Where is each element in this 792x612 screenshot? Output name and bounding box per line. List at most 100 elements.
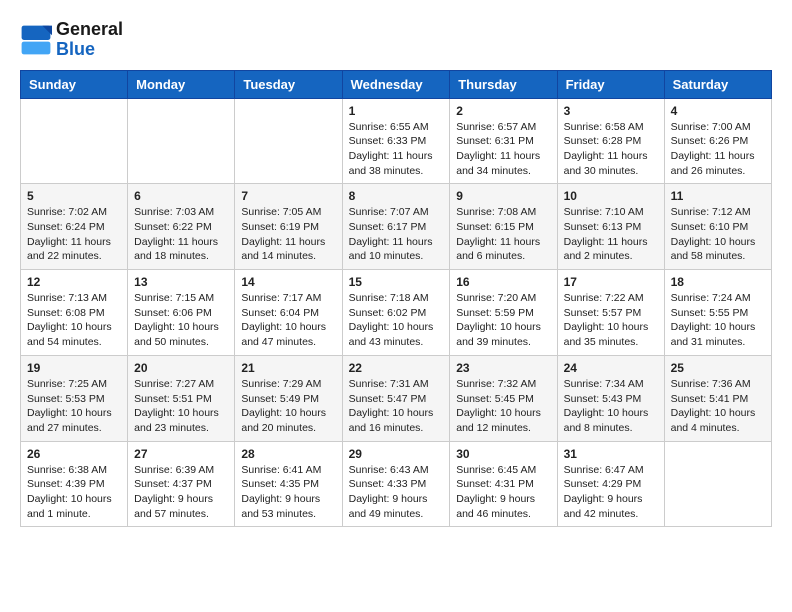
- day-info: Sunrise: 6:45 AM Sunset: 4:31 PM Dayligh…: [456, 463, 550, 522]
- day-number: 22: [349, 361, 444, 375]
- day-number: 20: [134, 361, 228, 375]
- calendar-cell: 14Sunrise: 7:17 AM Sunset: 6:04 PM Dayli…: [235, 270, 342, 356]
- day-number: 19: [27, 361, 121, 375]
- calendar-table: SundayMondayTuesdayWednesdayThursdayFrid…: [20, 70, 772, 528]
- day-number: 12: [27, 275, 121, 289]
- calendar-cell: 18Sunrise: 7:24 AM Sunset: 5:55 PM Dayli…: [664, 270, 771, 356]
- calendar-cell: [664, 441, 771, 527]
- calendar-cell: 4Sunrise: 7:00 AM Sunset: 6:26 PM Daylig…: [664, 98, 771, 184]
- day-number: 29: [349, 447, 444, 461]
- calendar-cell: 16Sunrise: 7:20 AM Sunset: 5:59 PM Dayli…: [450, 270, 557, 356]
- day-info: Sunrise: 7:08 AM Sunset: 6:15 PM Dayligh…: [456, 205, 550, 264]
- day-info: Sunrise: 6:57 AM Sunset: 6:31 PM Dayligh…: [456, 120, 550, 179]
- day-info: Sunrise: 7:03 AM Sunset: 6:22 PM Dayligh…: [134, 205, 228, 264]
- weekday-header-thursday: Thursday: [450, 70, 557, 98]
- calendar-cell: 29 Sunrise: 6:43 AM Sunset: 4:33 PM Dayli…: [342, 441, 450, 527]
- calendar-cell: [235, 98, 342, 184]
- day-info: Sunrise: 6:55 AM Sunset: 6:33 PM Dayligh…: [349, 120, 444, 179]
- day-info: Sunrise: 7:29 AM Sunset: 5:49 PM Dayligh…: [241, 377, 335, 436]
- calendar-cell: 31 Sunrise: 6:47 AM Sunset: 4:29 PM Dayli…: [557, 441, 664, 527]
- day-info: Sunrise: 7:10 AM Sunset: 6:13 PM Dayligh…: [564, 205, 658, 264]
- logo-line2: Blue: [56, 40, 123, 60]
- day-number: 21: [241, 361, 335, 375]
- day-number: 2: [456, 104, 550, 118]
- calendar-cell: 3 Sunrise: 6:58 AM Sunset: 6:28 PM Daylig…: [557, 98, 664, 184]
- calendar-week-row: 12Sunrise: 7:13 AM Sunset: 6:08 PM Dayli…: [21, 270, 772, 356]
- calendar-cell: 30 Sunrise: 6:45 AM Sunset: 4:31 PM Dayli…: [450, 441, 557, 527]
- calendar-cell: 12Sunrise: 7:13 AM Sunset: 6:08 PM Dayli…: [21, 270, 128, 356]
- day-info: Sunrise: 7:15 AM Sunset: 6:06 PM Dayligh…: [134, 291, 228, 350]
- page-header: General Blue: [20, 20, 772, 60]
- weekday-header-sunday: Sunday: [21, 70, 128, 98]
- day-info: Sunrise: 6:41 AM Sunset: 4:35 PM Dayligh…: [241, 463, 335, 522]
- calendar-cell: 7 Sunrise: 7:05 AM Sunset: 6:19 PM Daylig…: [235, 184, 342, 270]
- weekday-header-tuesday: Tuesday: [235, 70, 342, 98]
- weekday-header-monday: Monday: [128, 70, 235, 98]
- calendar-cell: 5 Sunrise: 7:02 AM Sunset: 6:24 PM Daylig…: [21, 184, 128, 270]
- day-info: Sunrise: 7:12 AM Sunset: 6:10 PM Dayligh…: [671, 205, 765, 264]
- calendar-week-row: 19Sunrise: 7:25 AM Sunset: 5:53 PM Dayli…: [21, 355, 772, 441]
- day-number: 11: [671, 189, 765, 203]
- day-info: Sunrise: 6:39 AM Sunset: 4:37 PM Dayligh…: [134, 463, 228, 522]
- weekday-header-wednesday: Wednesday: [342, 70, 450, 98]
- day-number: 26: [27, 447, 121, 461]
- calendar-cell: 2 Sunrise: 6:57 AM Sunset: 6:31 PM Daylig…: [450, 98, 557, 184]
- calendar-cell: 28 Sunrise: 6:41 AM Sunset: 4:35 PM Dayli…: [235, 441, 342, 527]
- day-info: Sunrise: 7:24 AM Sunset: 5:55 PM Dayligh…: [671, 291, 765, 350]
- calendar-cell: 22 Sunrise: 7:31 AM Sunset: 5:47 PM Dayli…: [342, 355, 450, 441]
- logo-text: General Blue: [56, 20, 123, 60]
- day-number: 23: [456, 361, 550, 375]
- calendar-cell: 20 Sunrise: 7:27 AM Sunset: 5:51 PM Dayli…: [128, 355, 235, 441]
- calendar-cell: 19Sunrise: 7:25 AM Sunset: 5:53 PM Dayli…: [21, 355, 128, 441]
- calendar-cell: 8 Sunrise: 7:07 AM Sunset: 6:17 PM Daylig…: [342, 184, 450, 270]
- day-number: 6: [134, 189, 228, 203]
- calendar-cell: [128, 98, 235, 184]
- day-info: Sunrise: 6:43 AM Sunset: 4:33 PM Dayligh…: [349, 463, 444, 522]
- day-info: Sunrise: 7:31 AM Sunset: 5:47 PM Dayligh…: [349, 377, 444, 436]
- weekday-header-saturday: Saturday: [664, 70, 771, 98]
- calendar-cell: 27Sunrise: 6:39 AM Sunset: 4:37 PM Dayli…: [128, 441, 235, 527]
- day-number: 3: [564, 104, 658, 118]
- day-number: 1: [349, 104, 444, 118]
- calendar-cell: [21, 98, 128, 184]
- calendar-cell: 23Sunrise: 7:32 AM Sunset: 5:45 PM Dayli…: [450, 355, 557, 441]
- day-info: Sunrise: 7:22 AM Sunset: 5:57 PM Dayligh…: [564, 291, 658, 350]
- day-number: 15: [349, 275, 444, 289]
- day-number: 30: [456, 447, 550, 461]
- day-info: Sunrise: 6:38 AM Sunset: 4:39 PM Dayligh…: [27, 463, 121, 522]
- day-info: Sunrise: 7:05 AM Sunset: 6:19 PM Dayligh…: [241, 205, 335, 264]
- logo-icon: [20, 24, 52, 56]
- calendar-week-row: 1 Sunrise: 6:55 AM Sunset: 6:33 PM Daylig…: [21, 98, 772, 184]
- calendar-cell: 10 Sunrise: 7:10 AM Sunset: 6:13 PM Dayli…: [557, 184, 664, 270]
- day-number: 25: [671, 361, 765, 375]
- day-number: 7: [241, 189, 335, 203]
- calendar-cell: 13Sunrise: 7:15 AM Sunset: 6:06 PM Dayli…: [128, 270, 235, 356]
- day-number: 10: [564, 189, 658, 203]
- calendar-cell: 26 Sunrise: 6:38 AM Sunset: 4:39 PM Dayli…: [21, 441, 128, 527]
- day-number: 17: [564, 275, 658, 289]
- calendar-cell: 21 Sunrise: 7:29 AM Sunset: 5:49 PM Dayli…: [235, 355, 342, 441]
- day-info: Sunrise: 7:34 AM Sunset: 5:43 PM Dayligh…: [564, 377, 658, 436]
- day-info: Sunrise: 7:17 AM Sunset: 6:04 PM Dayligh…: [241, 291, 335, 350]
- day-number: 28: [241, 447, 335, 461]
- day-info: Sunrise: 6:47 AM Sunset: 4:29 PM Dayligh…: [564, 463, 658, 522]
- day-info: Sunrise: 7:18 AM Sunset: 6:02 PM Dayligh…: [349, 291, 444, 350]
- calendar-cell: 15 Sunrise: 7:18 AM Sunset: 6:02 PM Dayli…: [342, 270, 450, 356]
- day-info: Sunrise: 6:58 AM Sunset: 6:28 PM Dayligh…: [564, 120, 658, 179]
- weekday-header-friday: Friday: [557, 70, 664, 98]
- day-info: Sunrise: 7:02 AM Sunset: 6:24 PM Dayligh…: [27, 205, 121, 264]
- calendar-cell: 9Sunrise: 7:08 AM Sunset: 6:15 PM Daylig…: [450, 184, 557, 270]
- day-number: 8: [349, 189, 444, 203]
- calendar-cell: 6 Sunrise: 7:03 AM Sunset: 6:22 PM Daylig…: [128, 184, 235, 270]
- calendar-cell: 25Sunrise: 7:36 AM Sunset: 5:41 PM Dayli…: [664, 355, 771, 441]
- day-number: 31: [564, 447, 658, 461]
- calendar-cell: 17 Sunrise: 7:22 AM Sunset: 5:57 PM Dayli…: [557, 270, 664, 356]
- calendar-week-row: 26 Sunrise: 6:38 AM Sunset: 4:39 PM Dayli…: [21, 441, 772, 527]
- weekday-header-row: SundayMondayTuesdayWednesdayThursdayFrid…: [21, 70, 772, 98]
- calendar-cell: 24Sunrise: 7:34 AM Sunset: 5:43 PM Dayli…: [557, 355, 664, 441]
- calendar-cell: 1 Sunrise: 6:55 AM Sunset: 6:33 PM Daylig…: [342, 98, 450, 184]
- day-info: Sunrise: 7:27 AM Sunset: 5:51 PM Dayligh…: [134, 377, 228, 436]
- day-info: Sunrise: 7:07 AM Sunset: 6:17 PM Dayligh…: [349, 205, 444, 264]
- day-number: 16: [456, 275, 550, 289]
- day-number: 5: [27, 189, 121, 203]
